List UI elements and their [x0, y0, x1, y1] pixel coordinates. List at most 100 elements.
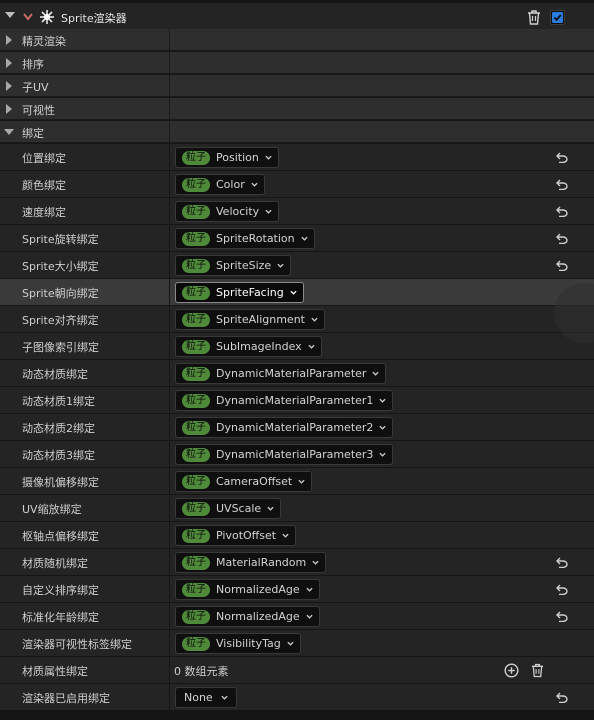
- binding-label: 材质随机绑定: [22, 557, 88, 570]
- binding-dropdown[interactable]: 粒子 MaterialRandom: [175, 552, 327, 573]
- binding-row: 标准化年龄绑定 粒子 NormalizedAge: [0, 603, 594, 630]
- particles-badge: 粒子: [182, 285, 210, 300]
- category-visibility[interactable]: 可视性: [0, 98, 594, 120]
- binding-row: 自定义排序绑定 粒子 NormalizedAge: [0, 576, 594, 603]
- collapse-arrow-icon[interactable]: [4, 129, 14, 135]
- reset-to-default-icon[interactable]: [556, 692, 568, 703]
- binding-value: DynamicMaterialParameter2: [216, 421, 374, 434]
- delete-trash-icon[interactable]: [527, 10, 541, 25]
- binding-dropdown[interactable]: 粒子 UVScale: [175, 498, 282, 519]
- binding-row: 子图像索引绑定 粒子 SubImageIndex: [0, 333, 594, 360]
- binding-row: Sprite大小绑定 粒子 SpriteSize: [0, 252, 594, 279]
- binding-row: 动态材质1绑定 粒子 DynamicMaterialParameter1: [0, 387, 594, 414]
- binding-label: 位置绑定: [22, 152, 66, 165]
- category-bindings[interactable]: 绑定: [0, 121, 594, 143]
- property-label: 渲染器已启用绑定: [22, 692, 110, 705]
- clear-array-trash-icon[interactable]: [531, 663, 544, 678]
- binding-label: 摄像机偏移绑定: [22, 476, 99, 489]
- binding-value: DynamicMaterialParameter: [216, 367, 367, 380]
- expand-arrow-icon[interactable]: [6, 58, 12, 68]
- binding-row: 位置绑定 粒子 Position: [0, 144, 594, 171]
- particles-badge: 粒子: [182, 231, 210, 246]
- category-sub-uv[interactable]: 子UV: [0, 75, 594, 97]
- particles-badge: 粒子: [182, 339, 210, 354]
- add-element-icon[interactable]: [504, 663, 519, 678]
- category-sprite-rendering[interactable]: 精灵渲染: [0, 29, 594, 51]
- binding-label: 子图像索引绑定: [22, 341, 99, 354]
- binding-label: UV缩放绑定: [22, 503, 82, 516]
- binding-row: 颜色绑定 粒子 Color: [0, 171, 594, 198]
- binding-label: Sprite大小绑定: [22, 260, 99, 273]
- binding-row: 动态材质3绑定 粒子 DynamicMaterialParameter3: [0, 441, 594, 468]
- category-sorting[interactable]: 排序: [0, 52, 594, 74]
- binding-dropdown[interactable]: 粒子 SpriteRotation: [175, 228, 315, 249]
- chevron-down-icon: [379, 452, 387, 457]
- particles-badge: 粒子: [182, 177, 210, 192]
- binding-value: VisibilityTag: [216, 637, 281, 650]
- binding-dropdown[interactable]: 粒子 VisibilityTag: [175, 633, 301, 654]
- reset-arrow-icon[interactable]: [22, 11, 34, 22]
- binding-dropdown[interactable]: 粒子 DynamicMaterialParameter: [175, 363, 387, 384]
- binding-value: SpriteAlignment: [216, 313, 305, 326]
- chevron-down-icon: [301, 236, 308, 241]
- particles-badge: 粒子: [182, 393, 210, 408]
- reset-to-default-icon[interactable]: [556, 611, 568, 622]
- particles-badge: 粒子: [182, 312, 210, 327]
- binding-dropdown[interactable]: 粒子 DynamicMaterialParameter2: [175, 417, 394, 438]
- reset-to-default-icon[interactable]: [556, 206, 568, 217]
- binding-label: 枢轴点偏移绑定: [22, 530, 99, 543]
- binding-dropdown[interactable]: 粒子 SubImageIndex: [175, 336, 322, 357]
- enabled-checkbox[interactable]: [550, 10, 565, 25]
- reset-to-default-icon[interactable]: [556, 557, 568, 568]
- reset-to-default-icon[interactable]: [556, 260, 568, 271]
- binding-dropdown[interactable]: 粒子 PivotOffset: [175, 525, 297, 546]
- binding-dropdown[interactable]: 粒子 CameraOffset: [175, 471, 313, 492]
- binding-dropdown[interactable]: 粒子 NormalizedAge: [175, 606, 320, 627]
- category-label: 精灵渲染: [22, 35, 66, 48]
- binding-row: Sprite旋转绑定 粒子 SpriteRotation: [0, 225, 594, 252]
- sprite-sparkle-icon: [40, 10, 54, 24]
- binding-row: 渲染器可视性标签绑定 粒子 VisibilityTag: [0, 630, 594, 657]
- chevron-down-icon: [267, 506, 274, 511]
- particles-badge: 粒子: [182, 447, 210, 462]
- binding-dropdown[interactable]: 粒子 Velocity: [175, 201, 280, 222]
- binding-label: 动态材质绑定: [22, 368, 88, 381]
- binding-dropdown[interactable]: 粒子 Position: [175, 147, 279, 168]
- chevron-down-icon: [265, 209, 272, 214]
- binding-dropdown[interactable]: 粒子 SpriteFacing: [175, 282, 304, 303]
- reset-to-default-icon[interactable]: [556, 233, 568, 244]
- collapse-arrow-icon[interactable]: [5, 12, 15, 18]
- sprite-renderer-header[interactable]: Sprite渲染器: [0, 3, 594, 29]
- binding-dropdown[interactable]: 粒子 SpriteSize: [175, 255, 292, 276]
- chevron-down-icon: [372, 371, 380, 376]
- expand-arrow-icon[interactable]: [6, 81, 12, 91]
- binding-dropdown[interactable]: 粒子 Color: [175, 174, 265, 195]
- binding-dropdown[interactable]: 粒子 DynamicMaterialParameter1: [175, 390, 394, 411]
- binding-label: 动态材质3绑定: [22, 449, 95, 462]
- binding-label: Sprite旋转绑定: [22, 233, 99, 246]
- binding-dropdown[interactable]: 粒子 DynamicMaterialParameter3: [175, 444, 394, 465]
- binding-value: SpriteFacing: [216, 286, 284, 299]
- binding-value: NormalizedAge: [216, 583, 300, 596]
- binding-label: 动态材质1绑定: [22, 395, 95, 408]
- binding-dropdown[interactable]: 粒子 NormalizedAge: [175, 579, 320, 600]
- renderer-enabled-dropdown[interactable]: None: [175, 687, 237, 708]
- binding-dropdown[interactable]: 粒子 SpriteAlignment: [175, 309, 325, 330]
- expand-arrow-icon[interactable]: [6, 104, 12, 114]
- material-attributes-row: 材质属性绑定 0 数组元素: [0, 657, 594, 684]
- chevron-down-icon: [312, 560, 319, 565]
- binding-label: 自定义排序绑定: [22, 584, 99, 597]
- binding-value: NormalizedAge: [216, 610, 300, 623]
- reset-to-default-icon[interactable]: [556, 179, 568, 190]
- chevron-down-icon: [251, 182, 258, 187]
- expand-arrow-icon[interactable]: [6, 35, 12, 45]
- binding-label: Sprite对齐绑定: [22, 314, 99, 327]
- particles-badge: 粒子: [182, 258, 210, 273]
- reset-to-default-icon[interactable]: [556, 584, 568, 595]
- binding-label: 速度绑定: [22, 206, 66, 219]
- binding-value: CameraOffset: [216, 475, 293, 488]
- binding-row: 摄像机偏移绑定 粒子 CameraOffset: [0, 468, 594, 495]
- chevron-down-icon: [221, 695, 228, 700]
- binding-label: 渲染器可视性标签绑定: [22, 638, 132, 651]
- reset-to-default-icon[interactable]: [556, 152, 568, 163]
